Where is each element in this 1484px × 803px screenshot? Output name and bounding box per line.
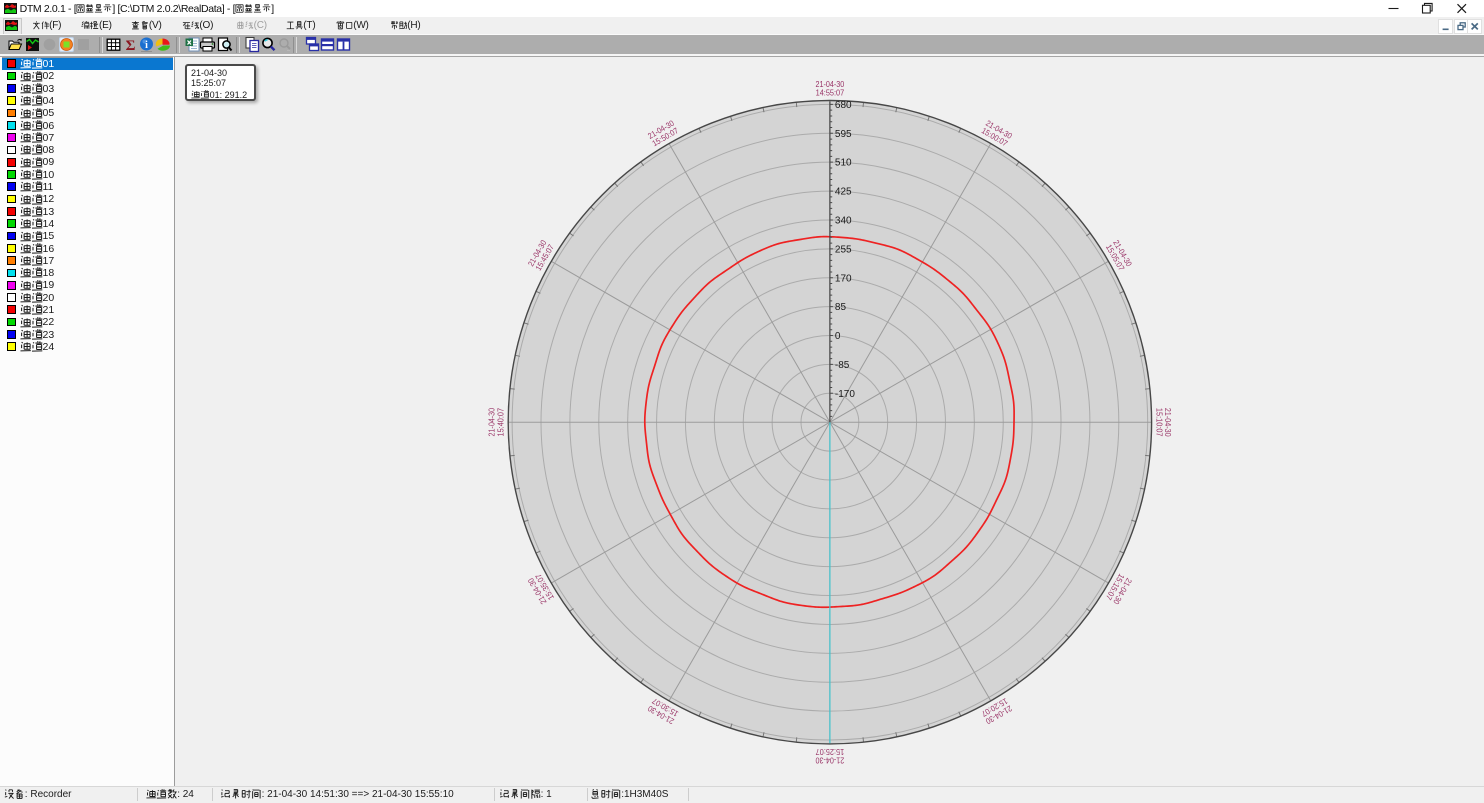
svg-text:15:40:07: 15:40:07: [496, 408, 505, 437]
svg-text:-85: -85: [835, 360, 850, 371]
svg-text:i: i: [145, 40, 148, 51]
svg-text:680: 680: [835, 100, 852, 111]
svg-text:15:25:07: 15:25:07: [815, 747, 844, 756]
svg-text:595: 595: [835, 129, 852, 140]
svg-text:510: 510: [835, 158, 852, 169]
svg-text:255: 255: [835, 244, 852, 255]
svg-text:Σ: Σ: [125, 38, 135, 53]
svg-text:0: 0: [835, 331, 841, 342]
svg-text:85: 85: [835, 302, 847, 313]
svg-text:14:55:07: 14:55:07: [816, 89, 845, 98]
svg-text:425: 425: [835, 187, 852, 198]
svg-text:-170: -170: [835, 389, 855, 400]
svg-text:340: 340: [835, 215, 852, 226]
svg-text:170: 170: [835, 273, 852, 284]
svg-text:15:10:07: 15:10:07: [1155, 408, 1164, 437]
